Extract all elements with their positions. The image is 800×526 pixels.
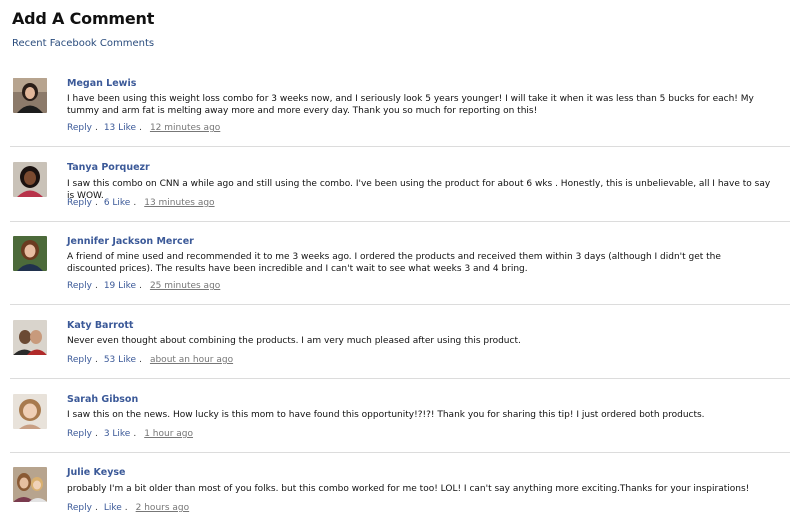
separator: .	[94, 503, 98, 513]
divider	[10, 378, 790, 379]
avatar[interactable]	[13, 78, 47, 113]
like-link[interactable]: 53 Like	[104, 355, 136, 365]
comment-text: probably I'm a bit older than most of yo…	[67, 484, 750, 494]
avatar-photo-icon	[13, 236, 47, 271]
separator: .	[133, 198, 137, 208]
avatar-photo-icon	[13, 78, 47, 113]
commenter-name[interactable]: Julie Keyse	[67, 467, 126, 478]
timestamp-link[interactable]: about an hour ago	[150, 355, 233, 365]
avatar-photo-icon	[13, 394, 47, 429]
divider	[10, 452, 790, 453]
comment-text: Never even thought about combining the p…	[67, 336, 521, 346]
avatar-photo-icon	[13, 467, 47, 502]
avatar[interactable]	[13, 320, 47, 355]
comment-text: I have been using this weight loss combo…	[67, 94, 754, 116]
avatar[interactable]	[13, 236, 47, 271]
separator: .	[94, 355, 98, 365]
comment-actions: Reply. 13 Like. 12 minutes ago	[67, 123, 220, 133]
divider	[10, 221, 790, 222]
like-link[interactable]: 3 Like	[104, 429, 131, 439]
commenter-name[interactable]: Sarah Gibson	[67, 394, 138, 405]
reply-link[interactable]: Reply	[67, 429, 92, 439]
like-link[interactable]: 6 Like	[104, 198, 131, 208]
comment-actions: Reply. Like. 2 hours ago	[67, 503, 189, 513]
commenter-name[interactable]: Jennifer Jackson Mercer	[67, 236, 194, 247]
separator: .	[139, 123, 142, 133]
like-link[interactable]: 19 Like	[104, 281, 136, 291]
timestamp-link[interactable]: 13 minutes ago	[144, 198, 214, 208]
like-link[interactable]: Like	[104, 503, 122, 513]
page-title: Add A Comment	[12, 9, 155, 28]
reply-link[interactable]: Reply	[67, 281, 92, 291]
avatar[interactable]	[13, 467, 47, 502]
timestamp-link[interactable]: 12 minutes ago	[150, 123, 220, 133]
separator: .	[94, 123, 98, 133]
avatar-photo-icon	[13, 162, 47, 197]
timestamp-link[interactable]: 2 hours ago	[136, 503, 190, 513]
separator: .	[139, 281, 142, 291]
comment-actions: Reply. 6 Like. 13 minutes ago	[67, 198, 215, 208]
avatar[interactable]	[13, 162, 47, 197]
reply-link[interactable]: Reply	[67, 355, 92, 365]
avatar-photo-icon	[13, 320, 47, 355]
comment-actions: Reply. 53 Like. about an hour ago	[67, 355, 233, 365]
separator: .	[133, 429, 137, 439]
timestamp-link[interactable]: 1 hour ago	[144, 429, 193, 439]
timestamp-link[interactable]: 25 minutes ago	[150, 281, 220, 291]
commenter-name[interactable]: Tanya Porquezr	[67, 162, 150, 173]
comment-text: I saw this on the news. How lucky is thi…	[67, 410, 705, 420]
reply-link[interactable]: Reply	[67, 198, 92, 208]
separator: .	[94, 198, 98, 208]
reply-link[interactable]: Reply	[67, 123, 92, 133]
divider	[10, 146, 790, 147]
comments-widget: Add A Comment Recent Facebook Comments M…	[0, 0, 800, 526]
separator: .	[94, 429, 98, 439]
separator: .	[139, 355, 142, 365]
comment-text: A friend of mine used and recommended it…	[67, 252, 721, 274]
commenter-name[interactable]: Megan Lewis	[67, 78, 136, 89]
reply-link[interactable]: Reply	[67, 503, 92, 513]
separator: .	[124, 503, 128, 513]
divider	[10, 304, 790, 305]
comment-actions: Reply. 3 Like. 1 hour ago	[67, 429, 193, 439]
commenter-name[interactable]: Katy Barrott	[67, 320, 133, 331]
avatar[interactable]	[13, 394, 47, 429]
comment-actions: Reply. 19 Like. 25 minutes ago	[67, 281, 220, 291]
separator: .	[94, 281, 98, 291]
recent-comments-heading: Recent Facebook Comments	[12, 38, 155, 49]
like-link[interactable]: 13 Like	[104, 123, 136, 133]
